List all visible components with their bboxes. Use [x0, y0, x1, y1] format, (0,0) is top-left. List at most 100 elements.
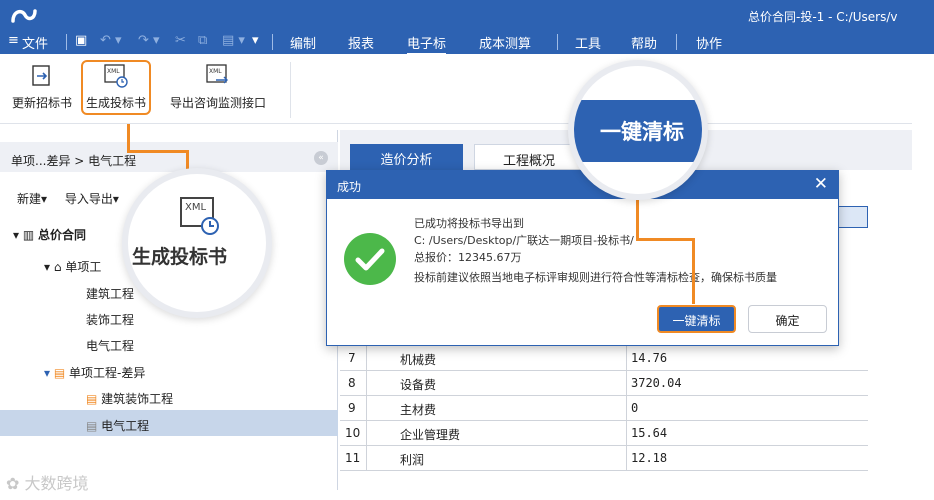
breadcrumb-text: 单项...差异 > 电气工程: [11, 154, 137, 168]
dialog-path: C: /Users/Desktop/广联达一期项目-投标书/: [414, 234, 634, 247]
tree-root-label: 总价合同: [38, 228, 87, 242]
tree-item5-label: 电气工程: [101, 419, 150, 433]
cut-icon[interactable]: ✂: [175, 33, 186, 48]
tree-node-unit1[interactable]: ▾ ⌂ 单项工: [44, 258, 101, 275]
new-label: 新建: [17, 192, 42, 206]
diff-file-icon: ▤: [86, 392, 98, 406]
export-interface-button[interactable]: XML 导出咨询监测接口: [170, 64, 266, 111]
expand-arrow-icon[interactable]: ▾: [13, 228, 19, 242]
row-value: 0: [631, 401, 639, 415]
table-row[interactable]: 8 设备费 3720.04: [340, 371, 868, 396]
selected-row-highlight: [0, 410, 338, 436]
tree-node-item3[interactable]: 电气工程: [86, 337, 134, 354]
callout-connector: [636, 200, 639, 240]
watermark-logo-icon: ✿: [6, 474, 20, 493]
generate-bid-label: 生成投标书: [86, 96, 147, 110]
callout-connector: [127, 150, 189, 153]
ribbon: 更新招标书 XML 生成投标书 XML 导出咨询监测接口: [0, 54, 912, 124]
callout-connector: [127, 124, 130, 150]
menu-cost[interactable]: 成本测算: [479, 33, 531, 52]
row-name: 主材费: [400, 403, 437, 417]
row-name: 机械费: [400, 353, 437, 367]
copy-icon[interactable]: ⧉: [198, 33, 207, 48]
tree-node-item4[interactable]: ▤ 建筑装饰工程: [86, 390, 173, 407]
divider: [557, 34, 558, 50]
xml-label: XML: [209, 68, 222, 75]
menu-help[interactable]: 帮助: [631, 33, 657, 52]
confirm-button[interactable]: 确定: [748, 305, 827, 333]
breadcrumb: 单项...差异 > 电气工程 «: [0, 142, 338, 172]
row-name: 设备费: [400, 378, 437, 392]
tree-node-item2[interactable]: 装饰工程: [86, 311, 134, 328]
row-name: 企业管理费: [400, 428, 461, 442]
zoom-generate-label: 生成投标书: [132, 246, 228, 268]
row-value: 12.18: [631, 451, 668, 465]
zoom-callout-clean: 一键清标: [568, 60, 708, 200]
table-row[interactable]: 10 企业管理费 15.64: [340, 421, 868, 446]
expand-arrow-icon[interactable]: ▾: [44, 366, 50, 380]
menu-file[interactable]: 文件: [22, 33, 48, 52]
tree-unit1-label: 单项工: [65, 260, 102, 274]
xml-document-icon: XML: [104, 64, 128, 88]
tree-node-root[interactable]: ▾ ▥ 总价合同: [13, 226, 86, 243]
import-export-label: 导入导出: [64, 192, 113, 206]
row-number: 8: [348, 376, 356, 390]
table-row[interactable]: 9 主材费 0: [340, 396, 868, 421]
collapse-icon[interactable]: «: [314, 151, 328, 165]
menu-bar: ≡ 文件 ▣ ↶ ▾ ↷ ▾ ✂ ⧉ ▤ ▾ ▾ 编制 报表 电子标 成本测算 …: [0, 30, 934, 55]
row-value: 15.64: [631, 426, 668, 440]
success-dialog: 成功 ✕ 已成功将投标书导出到 C: /Users/Desktop/广联达一期项目…: [326, 170, 839, 346]
xml-label: XML: [107, 68, 120, 75]
menu-tools[interactable]: 工具: [575, 33, 601, 52]
selected-cell[interactable]: [837, 206, 868, 228]
expand-arrow-icon[interactable]: ▾: [44, 260, 50, 274]
tab-cost-analysis[interactable]: 造价分析: [350, 144, 463, 170]
home-icon: ⌂: [53, 260, 62, 274]
redo-icon[interactable]: ↷ ▾: [138, 33, 160, 48]
close-icon[interactable]: ✕: [814, 174, 828, 194]
tree-node-item5[interactable]: ▤ 电气工程: [86, 417, 149, 434]
window-title: 总价合同-投-1 - C:/Users/v: [748, 10, 898, 24]
tab-overview[interactable]: 工程概况: [474, 144, 584, 170]
quick-access-dropdown-icon[interactable]: ▾: [252, 33, 259, 48]
row-value: 14.76: [631, 351, 668, 365]
dialog-total: 总报价：12345.67万: [414, 251, 522, 264]
divider: [272, 34, 273, 50]
menu-report[interactable]: 报表: [348, 33, 374, 52]
divider: [676, 34, 677, 50]
dialog-title: 成功 ✕: [327, 171, 838, 199]
update-document-icon: [32, 65, 50, 86]
watermark: ✿ 大数跨境: [6, 470, 89, 494]
title-bar: 总价合同-投-1 - C:/Users/v: [0, 0, 934, 30]
menu-tender[interactable]: 电子标: [407, 33, 447, 55]
new-button[interactable]: 新建▾: [17, 192, 47, 206]
menu-collab[interactable]: 协作: [696, 33, 722, 52]
diff-folder-icon: ▤: [53, 366, 66, 380]
paste-icon[interactable]: ▤ ▾: [222, 33, 245, 48]
undo-icon[interactable]: ↶ ▾: [100, 33, 122, 48]
dialog-advice: 投标前建议依照当地电子标评审规则进行符合性等清标检查，确保标书质量: [414, 271, 777, 284]
row-number: 9: [348, 401, 356, 415]
tree-node-unit2[interactable]: ▾ ▤ 单项工程-差异: [44, 364, 145, 381]
row-name: 利润: [400, 453, 425, 467]
xml-document-icon: XML: [180, 197, 219, 235]
row-number: 10: [345, 426, 361, 440]
import-export-button[interactable]: 导入导出▾: [65, 192, 119, 206]
row-number: 7: [348, 351, 356, 365]
tree-node-item1[interactable]: 建筑工程: [86, 285, 134, 302]
building-icon: ▥: [22, 228, 35, 242]
update-tender-button[interactable]: 更新招标书: [12, 64, 72, 111]
table-row[interactable]: 7 机械费 14.76: [340, 346, 868, 371]
export-interface-label: 导出咨询监测接口: [170, 96, 267, 110]
hamburger-icon[interactable]: ≡: [8, 33, 19, 48]
table-row[interactable]: 11 利润 12.18: [340, 446, 868, 471]
xml-label: XML: [185, 202, 206, 213]
generate-bid-button[interactable]: XML 生成投标书: [81, 60, 152, 115]
one-click-clean-button[interactable]: 一键清标: [657, 305, 736, 333]
dialog-title-text: 成功: [337, 180, 362, 194]
tree-unit2-label: 单项工程-差异: [69, 366, 146, 380]
save-icon[interactable]: ▣: [75, 33, 87, 48]
file-icon: ▤: [86, 419, 98, 433]
callout-connector: [692, 238, 695, 304]
menu-edit[interactable]: 编制: [290, 33, 316, 52]
